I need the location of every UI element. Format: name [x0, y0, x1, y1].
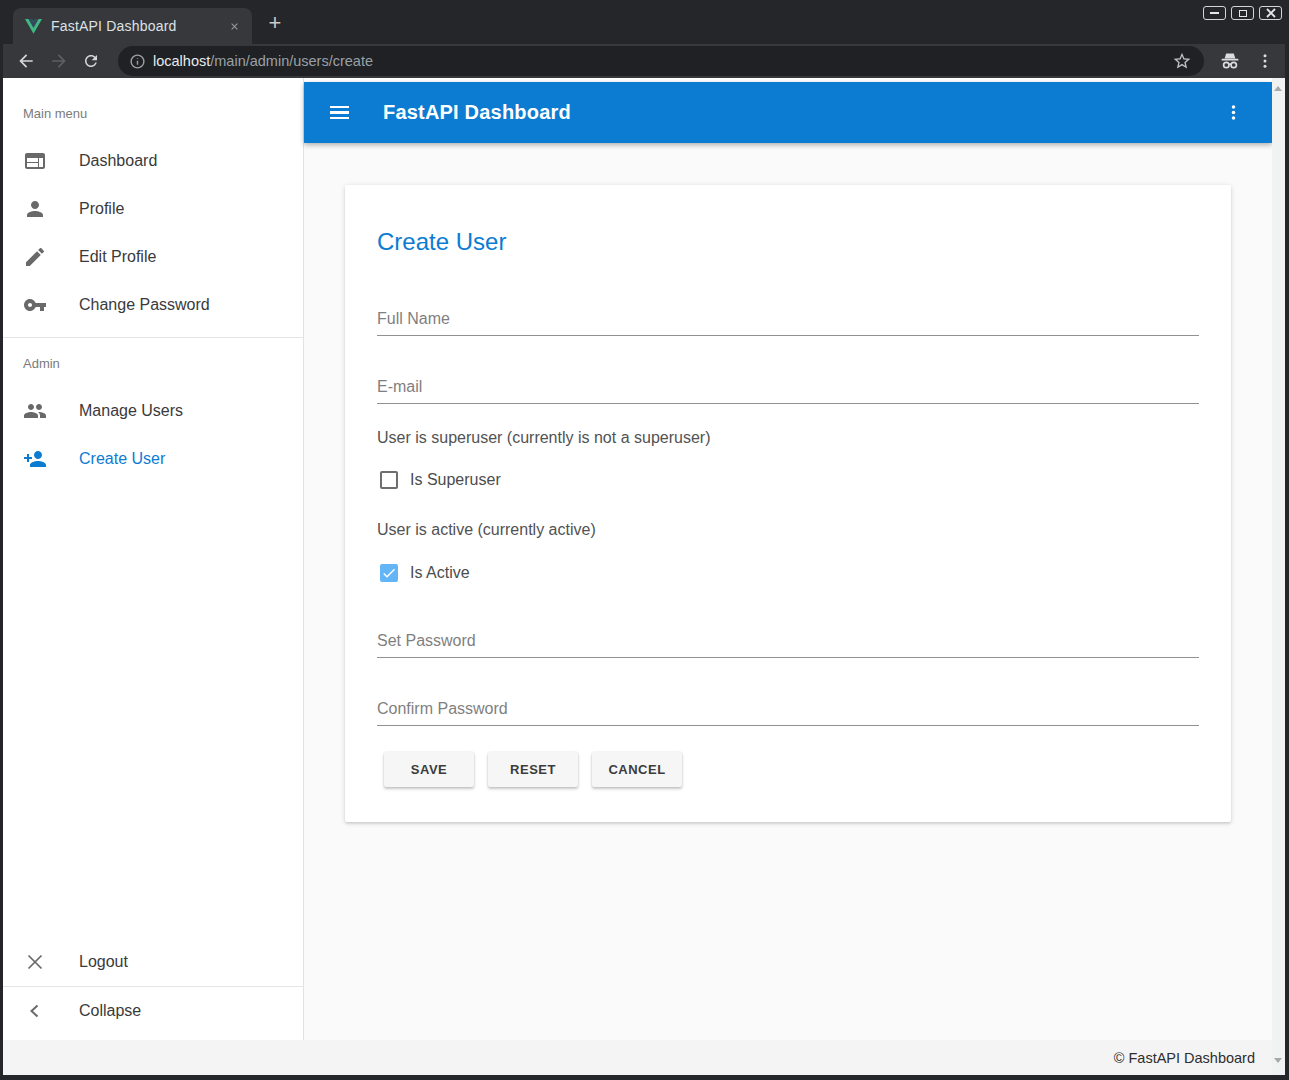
sidebar-item-logout[interactable]: Logout	[3, 938, 303, 986]
active-checkbox[interactable]	[380, 564, 398, 582]
browser-tab[interactable]: FastAPI Dashboard	[13, 8, 252, 44]
save-button[interactable]: SAVE	[384, 752, 474, 787]
browser-menu-icon[interactable]	[1253, 49, 1277, 73]
page-scrollbar[interactable]	[1272, 78, 1285, 1075]
sidebar-section-main-menu: Main menu	[23, 107, 303, 120]
sidebar-item-create-user[interactable]: Create User	[3, 435, 303, 483]
window-controls	[1203, 6, 1282, 20]
window-close-button[interactable]	[1259, 6, 1282, 20]
forward-icon[interactable]	[47, 49, 71, 73]
sidebar-item-collapse[interactable]: Collapse	[3, 987, 303, 1035]
incognito-icon	[1218, 49, 1242, 73]
sidebar-section-admin: Admin	[23, 357, 303, 370]
scrollbar-down-arrow-icon[interactable]	[1274, 1058, 1282, 1063]
pencil-icon	[23, 245, 47, 269]
window-maximize-button[interactable]	[1231, 6, 1254, 20]
address-bar[interactable]: localhost/main/admin/users/create	[118, 46, 1204, 76]
app-bar: FastAPI Dashboard	[304, 82, 1272, 143]
sidebar-item-edit-profile[interactable]: Edit Profile	[3, 233, 303, 281]
sidebar-item-change-password[interactable]: Change Password	[3, 281, 303, 329]
card-title: Create User	[377, 228, 506, 256]
dashboard-icon	[23, 149, 47, 173]
key-icon	[23, 293, 47, 317]
sidebar-divider	[3, 337, 303, 338]
back-icon[interactable]	[14, 49, 38, 73]
logout-x-icon	[23, 950, 47, 974]
url-text: localhost/main/admin/users/create	[153, 53, 1172, 69]
vue-logo-icon	[25, 19, 42, 34]
reset-button[interactable]: RESET	[488, 752, 578, 787]
browser-tab-bar: FastAPI Dashboard +	[3, 0, 1285, 44]
active-checkbox-row[interactable]: Is Active	[380, 564, 470, 582]
set-password-input[interactable]	[377, 625, 1199, 658]
appbar-title: FastAPI Dashboard	[383, 101, 571, 124]
person-icon	[23, 197, 47, 221]
sidebar-item-manage-users[interactable]: Manage Users	[3, 387, 303, 435]
reload-icon[interactable]	[79, 49, 103, 73]
scrollbar-up-arrow-icon[interactable]	[1274, 86, 1282, 91]
bookmark-star-icon[interactable]	[1172, 51, 1192, 71]
create-user-card: Create User User is superuser (currently…	[345, 185, 1231, 822]
full-name-input[interactable]	[377, 303, 1199, 336]
superuser-checkbox[interactable]	[380, 471, 398, 489]
page: Main menu Dashboard Profile Edit Profile…	[3, 78, 1285, 1075]
superuser-checkbox-row[interactable]: Is Superuser	[380, 471, 501, 489]
info-icon[interactable]	[129, 53, 146, 70]
tab-title: FastAPI Dashboard	[51, 18, 226, 34]
people-icon	[23, 399, 47, 423]
confirm-password-input[interactable]	[377, 693, 1199, 726]
footer: © FastAPI Dashboard	[3, 1040, 1285, 1075]
cancel-button[interactable]: CANCEL	[592, 752, 682, 787]
sidebar-bottom: Logout Collapse	[3, 938, 303, 1035]
footer-copyright: © FastAPI Dashboard	[1114, 1050, 1255, 1066]
browser-toolbar: localhost/main/admin/users/create	[3, 44, 1285, 78]
hamburger-menu-icon[interactable]	[327, 101, 351, 125]
person-add-icon	[23, 447, 47, 471]
active-checkbox-label[interactable]: Is Active	[410, 564, 470, 582]
button-row: SAVE RESET CANCEL	[384, 752, 682, 787]
superuser-checkbox-label[interactable]: Is Superuser	[410, 471, 501, 489]
sidebar-item-dashboard[interactable]: Dashboard	[3, 137, 303, 185]
appbar-more-icon[interactable]	[1221, 101, 1245, 125]
main-area: FastAPI Dashboard Create User User is su…	[304, 78, 1272, 1040]
window-minimize-button[interactable]	[1203, 6, 1226, 20]
sidebar-item-profile[interactable]: Profile	[3, 185, 303, 233]
new-tab-button[interactable]: +	[261, 9, 289, 37]
chevron-left-icon	[23, 999, 47, 1023]
email-input[interactable]	[377, 371, 1199, 404]
active-hint: User is active (currently active)	[377, 521, 596, 539]
tab-close-icon[interactable]	[226, 18, 242, 34]
sidebar: Main menu Dashboard Profile Edit Profile…	[3, 78, 304, 1040]
superuser-hint: User is superuser (currently is not a su…	[377, 429, 710, 447]
